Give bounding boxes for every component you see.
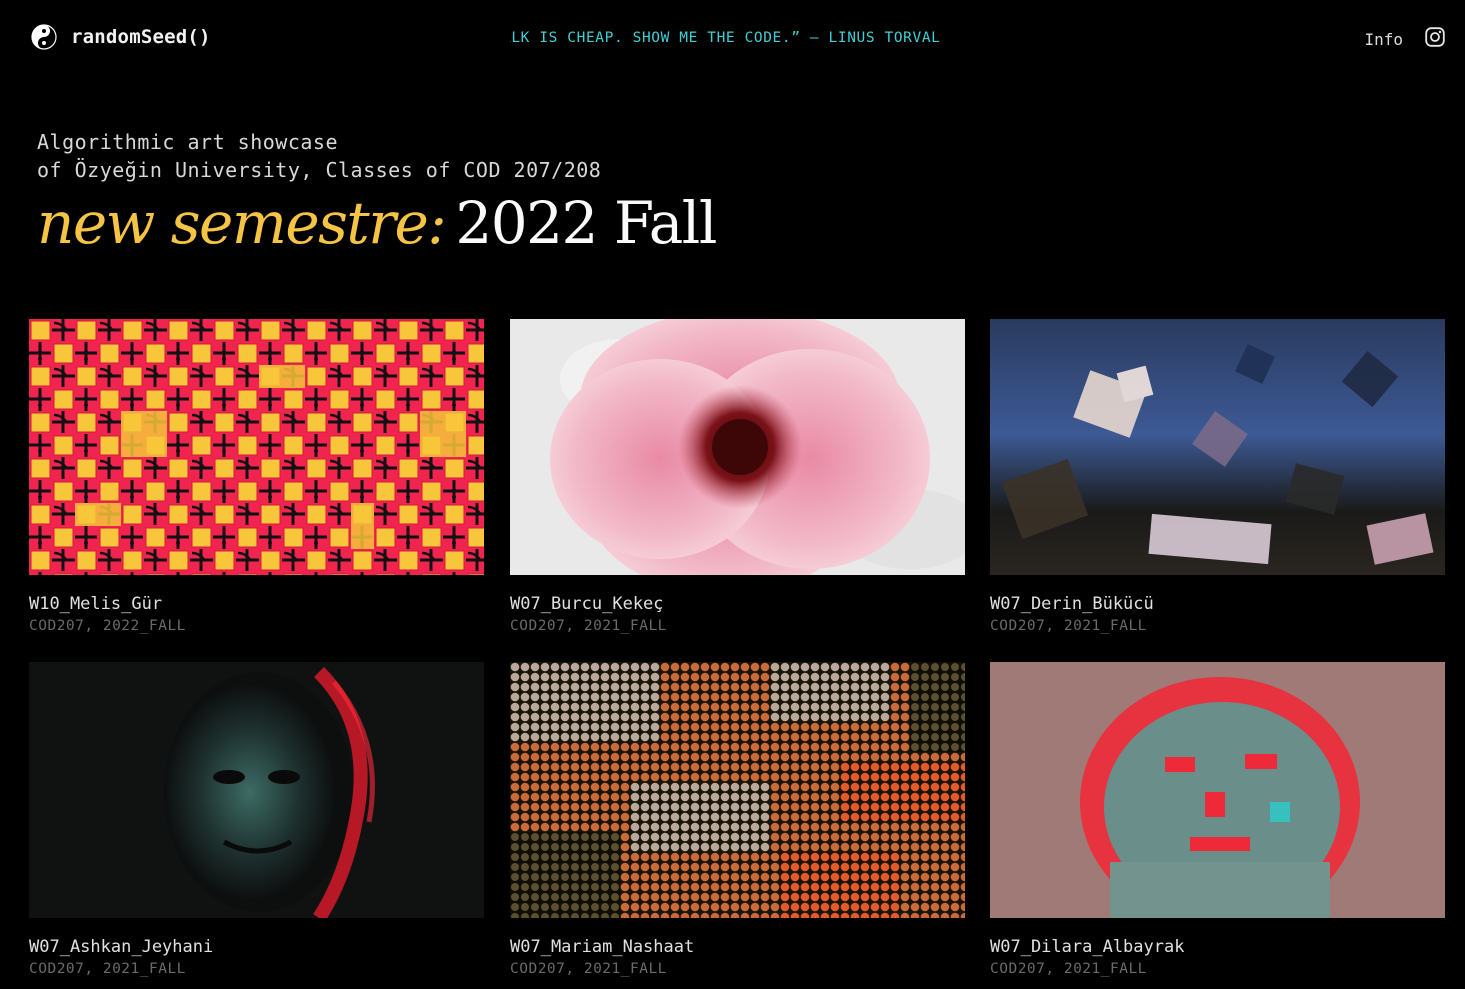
hero-section: Algorithmic art showcase of Özyeğin Univ… [37, 128, 717, 258]
artwork-card[interactable]: W07_Mariam_Nashaat COD207, 2021_FALL [510, 662, 965, 977]
artwork-thumbnail[interactable] [510, 319, 965, 575]
artwork-title: W07_Derin_Bükücü [990, 594, 1154, 614]
headline-season: 2022 Fall [455, 189, 717, 257]
artwork-thumbnail[interactable] [510, 662, 965, 918]
artwork-thumbnail[interactable] [29, 662, 484, 918]
hero-subtitle-line-2: of Özyeğin University, Classes of COD 20… [37, 158, 602, 182]
artwork-title: W07_Mariam_Nashaat [510, 937, 695, 957]
info-link[interactable]: Info [1364, 30, 1403, 49]
site-logo[interactable]: randomSeed() [31, 24, 211, 50]
artwork-title: W07_Burcu_Kekeç [510, 594, 664, 614]
site-name: randomSeed() [71, 26, 211, 48]
artwork-meta: COD207, 2022_FALL [29, 618, 186, 634]
instagram-icon[interactable] [1425, 27, 1445, 51]
hero-subtitle: Algorithmic art showcase of Özyeğin Univ… [37, 128, 716, 184]
artwork-card[interactable]: W07_Derin_Bükücü COD207, 2021_FALL [990, 319, 1445, 634]
artwork-card[interactable]: W07_Ashkan_Jeyhani COD207, 2021_FALL [29, 662, 484, 977]
artwork-card[interactable]: W07_Burcu_Kekeç COD207, 2021_FALL [510, 319, 965, 634]
hero-subtitle-line-1: Algorithmic art showcase [37, 130, 338, 154]
artwork-title: W07_Dilara_Albayrak [990, 937, 1185, 957]
semester-headline: new semestre: 2022 Fall [37, 188, 717, 258]
headline-prefix: new semestre: [37, 189, 447, 257]
top-bar: randomSeed() ALK IS CHEAP. SHOW ME THE C… [0, 0, 1465, 78]
artwork-thumbnail[interactable] [990, 319, 1445, 575]
artwork-thumbnail[interactable] [29, 319, 484, 575]
header-nav: Info [1364, 27, 1445, 51]
quote-marquee: ALK IS CHEAP. SHOW ME THE CODE.” – LINUS… [510, 30, 965, 46]
artwork-meta: COD207, 2021_FALL [510, 618, 667, 634]
artwork-meta: COD207, 2021_FALL [990, 961, 1147, 977]
artwork-card[interactable]: W10_Melis_Gür COD207, 2022_FALL [29, 319, 484, 634]
artwork-title: W10_Melis_Gür [29, 594, 163, 614]
artwork-title: W07_Ashkan_Jeyhani [29, 937, 214, 957]
artwork-meta: COD207, 2021_FALL [990, 618, 1147, 634]
marquee-quote-text: ALK IS CHEAP. SHOW ME THE CODE.” – LINUS… [510, 30, 941, 46]
artwork-thumbnail[interactable] [990, 662, 1445, 918]
artwork-meta: COD207, 2021_FALL [510, 961, 667, 977]
artwork-card[interactable]: W07_Dilara_Albayrak COD207, 2021_FALL [990, 662, 1445, 977]
yin-yang-icon [31, 24, 57, 50]
artwork-meta: COD207, 2021_FALL [29, 961, 186, 977]
